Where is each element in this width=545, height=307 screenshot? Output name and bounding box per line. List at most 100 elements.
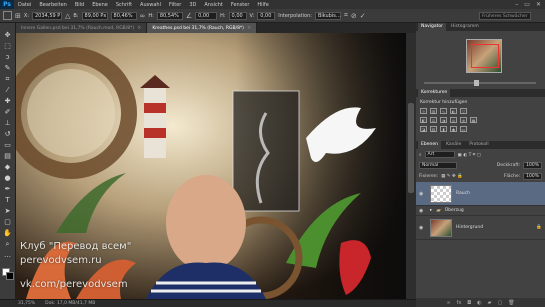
lasso-tool-icon[interactable]: ↄ [3,53,13,61]
zoom-slider[interactable] [424,80,536,86]
tab-protokoll[interactable]: Protokoll [466,141,491,149]
healing-tool-icon[interactable]: ✚ [3,97,13,105]
vertical-scrollbar[interactable] [406,33,416,299]
navigator-view-box[interactable] [471,44,499,68]
tab-kanaele[interactable]: Kanäle [443,141,464,149]
menu-fenster[interactable]: Fenster [227,2,254,8]
menu-datei[interactable]: Datei [14,2,35,8]
scale-h-field[interactable]: 80,54% [156,11,183,20]
reference-point-icon[interactable]: ⊞ [15,12,21,20]
visibility-eye-icon[interactable]: ◉ [419,225,426,231]
color-balance-icon[interactable]: ⚖ [430,117,437,123]
exposure-icon[interactable]: ◐ [450,108,457,114]
close-tab-icon[interactable]: × [247,25,251,31]
visibility-eye-icon[interactable]: ◉ [419,191,426,197]
tab-korrekturen[interactable]: Korrekturen [418,89,451,97]
commit-transform-icon[interactable]: ✓ [360,12,366,20]
fill-field[interactable]: 100% [523,173,542,180]
canvas-area[interactable]: Клуб "Перевод всем" perevodvsem.ru vk.co… [16,33,406,299]
zoom-level[interactable]: 31,75% [18,301,35,306]
eraser-tool-icon[interactable]: ▭ [3,141,13,149]
tab-histogram[interactable]: Histogramm [448,23,482,31]
link-layers-icon[interactable]: ∞ [446,300,450,306]
menu-auswahl[interactable]: Auswahl [136,2,165,8]
layer-filter-select[interactable]: Art [424,151,455,158]
navigator-thumbnail[interactable] [466,39,502,73]
pen-tool-icon[interactable]: ✒ [3,185,13,193]
levels-icon[interactable]: ▥ [430,108,437,114]
selective-color-icon[interactable]: ◆ [450,126,457,132]
width-field[interactable]: 89,00 Px [81,11,108,20]
menu-ebene[interactable]: Ebene [88,2,112,8]
new-group-icon[interactable]: ▰ [488,300,492,306]
maximize-button[interactable]: ▭ [524,1,530,8]
mask-icon[interactable]: ◘ [467,300,471,306]
marquee-tool-icon[interactable]: ⬚ [3,42,13,50]
cancel-transform-icon[interactable]: ⊘ [351,12,357,20]
hskew-field[interactable]: 0,00 [228,11,247,20]
close-window-button[interactable]: ✕ [536,1,541,8]
path-select-tool-icon[interactable]: ➤ [3,207,13,215]
layer-rauch[interactable]: ◉ Rauch [416,182,545,206]
photo-filter-icon[interactable]: ◎ [450,117,457,123]
zoom-slider-knob[interactable] [474,80,479,86]
angle-field[interactable]: 0,00 [195,11,218,20]
adjustment-layer-icon[interactable]: ◐ [477,300,481,306]
tab-navigator[interactable]: Navigator [418,23,447,31]
warp-icon[interactable]: ⌗ [344,11,348,20]
layer-hintergrund[interactable]: ◉ Hintergrund 🔒 [416,216,545,240]
layer-name[interactable]: Überzug [445,208,464,213]
hand-tool-icon[interactable]: ✋ [3,229,13,237]
transform-tool-icon[interactable] [3,11,12,20]
lock-icons[interactable]: ▦ ✎ ✥ 🔒 [441,174,463,179]
tab-ebenen[interactable]: Ebenen [418,141,441,149]
visibility-eye-icon[interactable]: ◉ [419,208,426,214]
menu-bearbeiten[interactable]: Bearbeiten [35,2,70,8]
more-tools-icon[interactable]: … [3,251,13,259]
channel-mixer-icon[interactable]: ⊕ [460,117,467,123]
filter-kind-icon[interactable]: ⌕ [419,152,422,158]
layer-name[interactable]: Rauch [456,191,470,196]
minimize-button[interactable]: – [515,1,518,8]
invert-icon[interactable]: ◪ [420,126,427,132]
vskew-field[interactable]: 0,00 [257,11,276,20]
background-color[interactable] [5,272,14,280]
brightness-icon[interactable]: ☼ [420,108,427,114]
eyedropper-tool-icon[interactable]: ⁄ [3,86,13,94]
gradient-map-icon[interactable]: ▭ [460,126,467,132]
menu-3d[interactable]: 3D [185,2,200,8]
expand-arrow-icon[interactable]: ▸ [430,208,432,213]
scale-w-field[interactable]: 80,46% [110,11,137,20]
posterize-icon[interactable]: ▨ [430,126,437,132]
threshold-icon[interactable]: ▮ [440,126,447,132]
blend-mode-select[interactable]: Normal [419,162,457,169]
stamp-tool-icon[interactable]: ⊥ [3,119,13,127]
menu-ansicht[interactable]: Ansicht [200,2,226,8]
lookup-icon[interactable]: ▦ [470,117,477,123]
dodge-tool-icon[interactable]: ● [3,174,13,182]
menu-schrift[interactable]: Schrift [112,2,136,8]
menu-filter[interactable]: Filter [165,2,185,8]
vibrance-icon[interactable]: ▽ [460,108,467,114]
layer-name[interactable]: Hintergrund [456,225,483,230]
scrollbar-thumb[interactable] [408,103,414,193]
zoom-tool-icon[interactable]: ⌕ [3,240,13,248]
hue-icon[interactable]: ◧ [420,117,427,123]
layer-ueberzug[interactable]: ◉ ▸ ▰ Überzug [416,206,545,216]
link-icon[interactable]: ∞ [140,12,146,20]
color-swatches[interactable] [1,268,14,280]
gradient-tool-icon[interactable]: ▤ [3,152,13,160]
curves-icon[interactable]: ∿ [440,108,447,114]
shape-tool-icon[interactable]: ▢ [3,218,13,226]
tab-innere-gallen[interactable]: Innere Gallen.psd bei 31,7% (Rauch.mod, … [16,23,148,33]
filter-icons[interactable]: ▣ ◐ T ⌗ ▢ [458,152,481,158]
history-brush-tool-icon[interactable]: ↺ [3,130,13,138]
delete-layer-icon[interactable]: 🗑 [508,300,514,306]
brush-tool-icon[interactable]: ✐ [3,108,13,116]
x-field[interactable]: 2034,59 P [32,11,62,20]
menu-bild[interactable]: Bild [71,2,88,8]
opacity-field[interactable]: 100% [523,162,542,169]
type-tool-icon[interactable]: T [3,196,13,204]
new-layer-icon[interactable]: ▢ [498,300,503,306]
fx-icon[interactable]: fx [457,300,462,306]
